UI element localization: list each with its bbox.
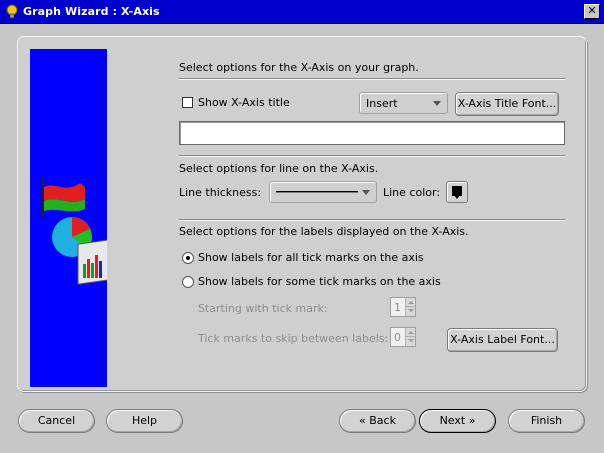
start-tick-spinner[interactable]: 1 — [390, 297, 416, 317]
chevron-down-icon — [454, 195, 460, 199]
show-xaxis-title-checkbox[interactable] — [182, 97, 193, 108]
graph-wizard-illustration — [30, 49, 117, 387]
xaxis-label-font-button[interactable]: X-Axis Label Font... — [447, 328, 558, 352]
finish-button[interactable]: Finish — [508, 409, 585, 433]
skip-ticks-label: Tick marks to skip between labels: — [198, 332, 389, 345]
back-button-label: Back — [369, 414, 396, 427]
chevron-down-icon — [433, 101, 441, 106]
spinner-up-button[interactable] — [405, 298, 415, 307]
cancel-button[interactable]: Cancel — [18, 409, 95, 433]
line-thickness-select[interactable] — [269, 181, 377, 203]
spinner-up-button[interactable] — [405, 328, 415, 337]
help-button[interactable]: Help — [106, 409, 183, 433]
spinner-down-button[interactable] — [405, 337, 415, 346]
start-tick-label: Starting with tick mark: — [198, 302, 328, 315]
line-color-label: Line color: — [383, 186, 441, 199]
separator — [179, 78, 565, 80]
title-bar: Graph Wizard : X-Axis ✕ — [0, 0, 604, 24]
next-button-label: Next — [439, 414, 466, 427]
content-panel: Select options for the X-Axis on your gr… — [17, 36, 587, 392]
arrow-up-icon — [408, 331, 414, 334]
radio-some-tick-marks[interactable] — [182, 276, 194, 288]
skip-ticks-spinner[interactable]: 0 — [390, 327, 416, 347]
line-color-button[interactable] — [446, 181, 468, 203]
next-button[interactable]: Next » — [419, 409, 496, 433]
show-xaxis-title-label: Show X-Axis title — [198, 96, 290, 109]
spinner-down-button[interactable] — [405, 307, 415, 316]
skip-ticks-value: 0 — [394, 331, 401, 344]
chevron-left-icon: « — [359, 414, 366, 427]
chevron-right-icon: » — [468, 414, 476, 427]
separator — [179, 219, 565, 221]
radio-all-tick-marks-label: Show labels for all tick marks on the ax… — [198, 251, 424, 264]
separator — [179, 155, 565, 157]
radio-all-tick-marks[interactable] — [182, 252, 194, 264]
xaxis-section-heading: Select options for the X-Axis on your gr… — [179, 61, 419, 74]
xaxis-title-font-button[interactable]: X-Axis Title Font... — [455, 92, 559, 116]
line-thickness-label: Line thickness: — [179, 186, 262, 199]
start-tick-value: 1 — [394, 301, 401, 314]
arrow-up-icon — [408, 301, 414, 304]
line-thickness-sample — [276, 191, 358, 193]
line-section-heading: Select options for line on the X-Axis. — [179, 162, 379, 175]
title-position-value: Insert — [366, 97, 398, 110]
graph-wizard-bulb-icon — [6, 4, 18, 19]
arrow-down-icon — [408, 339, 414, 342]
radio-selected-dot — [186, 256, 190, 260]
xaxis-title-input[interactable] — [179, 121, 565, 145]
close-button[interactable]: ✕ — [584, 4, 600, 19]
back-button[interactable]: « Back — [339, 409, 416, 433]
window-title: Graph Wizard : X-Axis — [23, 5, 160, 18]
radio-some-tick-marks-label: Show labels for some tick marks on the a… — [198, 275, 441, 288]
chevron-down-icon — [362, 190, 370, 195]
chart-illustration-icon — [42, 177, 117, 285]
labels-section-heading: Select options for the labels displayed … — [179, 225, 469, 238]
arrow-down-icon — [408, 309, 414, 312]
title-position-select[interactable]: Insert — [359, 92, 448, 114]
